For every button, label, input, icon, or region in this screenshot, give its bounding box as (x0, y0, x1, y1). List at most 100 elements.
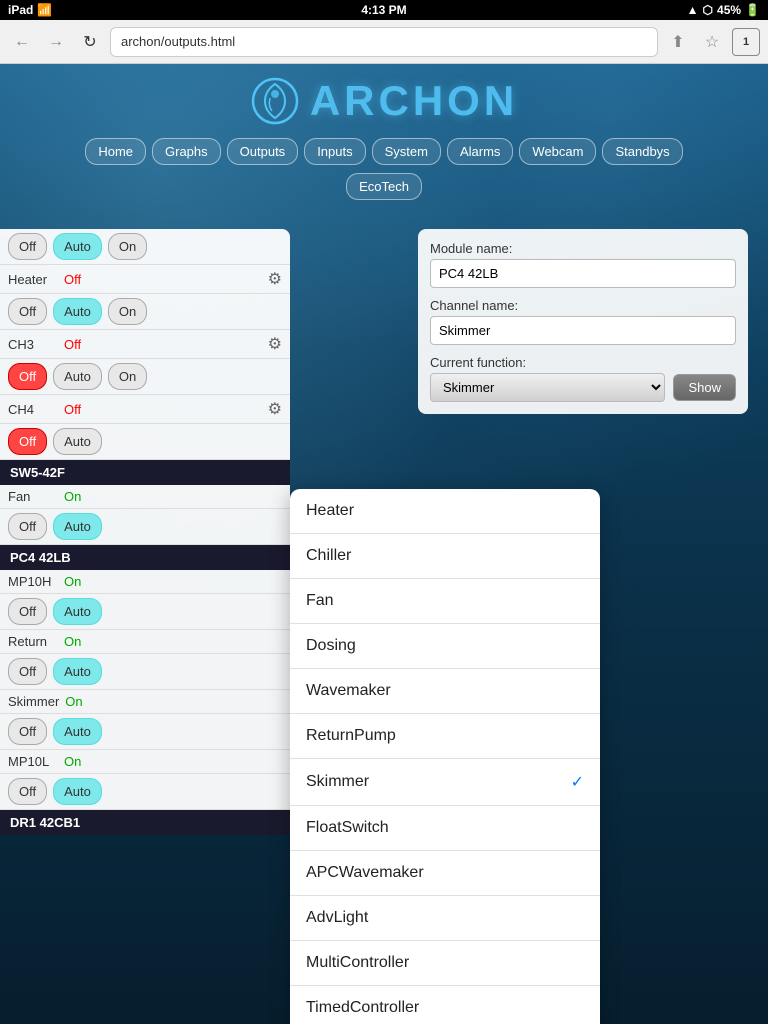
channel-row-mp10h: MP10H On (0, 570, 290, 594)
channel-status-ch3: Off (64, 337, 81, 352)
channel-row-fan: Fan On (0, 485, 290, 509)
channel-name-fan: Fan (8, 489, 58, 504)
channel-row-ch4: CH4 Off ⚙ (0, 395, 290, 424)
nav-ecotech[interactable]: EcoTech (346, 173, 422, 200)
section-sw5: SW5-42F (0, 460, 290, 485)
channel-row-skimmer: Skimmer On (0, 690, 290, 714)
ecotech-area: EcoTech (0, 169, 768, 208)
channel-name-ch4: CH4 (8, 402, 58, 417)
logo-area: ARCHON (0, 64, 768, 134)
module-input[interactable] (430, 259, 736, 288)
auto-btn-1[interactable]: Auto (53, 233, 102, 260)
off-btn-mp10h[interactable]: Off (8, 598, 47, 625)
dropdown-item-advlight[interactable]: AdvLight (290, 896, 600, 941)
dropdown-item-floatswitch[interactable]: FloatSwitch (290, 806, 600, 851)
gear-icon-heater[interactable]: ⚙ (268, 269, 282, 289)
gear-icon-ch4[interactable]: ⚙ (268, 399, 282, 419)
main-content: ARCHON Home Graphs Outputs Inputs System… (0, 64, 768, 1024)
nav-webcam[interactable]: Webcam (519, 138, 596, 165)
time-display: 4:13 PM (361, 3, 406, 17)
nav-standbys[interactable]: Standbys (602, 138, 682, 165)
dropdown-item-wavemaker[interactable]: Wavemaker (290, 669, 600, 714)
auto-btn-return[interactable]: Auto (53, 658, 102, 685)
nav-bar: Home Graphs Outputs Inputs System Alarms… (0, 134, 768, 169)
ctrl-row-skimmer: Off Auto (0, 714, 290, 750)
function-row: Skimmer Show (430, 373, 736, 402)
show-button[interactable]: Show (673, 374, 736, 401)
module-label: Module name: (430, 241, 736, 256)
dropdown-item-fan[interactable]: Fan (290, 579, 600, 624)
left-panel: Off Auto On Heater Off ⚙ Off Auto On CH3… (0, 229, 290, 835)
ctrl-row-return: Off Auto (0, 654, 290, 690)
channel-row-heater: Heater Off ⚙ (0, 265, 290, 294)
channel-name-heater: Heater (8, 272, 58, 287)
battery-icon: 🔋 (745, 3, 760, 17)
dropdown-item-heater[interactable]: Heater (290, 489, 600, 534)
ctrl-row-mp10h: Off Auto (0, 594, 290, 630)
nav-alarms[interactable]: Alarms (447, 138, 513, 165)
ctrl-row-mp10l: Off Auto (0, 774, 290, 810)
off-btn-fan[interactable]: Off (8, 513, 47, 540)
nav-inputs[interactable]: Inputs (304, 138, 365, 165)
reload-button[interactable]: ↻ (76, 28, 104, 56)
url-bar[interactable] (110, 27, 658, 57)
right-panel: Module name: Channel name: Current funct… (418, 229, 748, 414)
back-button[interactable]: ← (8, 28, 36, 56)
channel-name-skimmer: Skimmer (8, 694, 59, 709)
channel-status-fan: On (64, 489, 81, 504)
logo-icon (250, 76, 300, 126)
off-btn-1[interactable]: Off (8, 233, 47, 260)
tab-count[interactable]: 1 (732, 28, 760, 56)
nav-system[interactable]: System (372, 138, 441, 165)
channel-row-return: Return On (0, 630, 290, 654)
browser-chrome: ← → ↻ ⬆ ☆ 1 (0, 20, 768, 64)
ctrl-row-2: Off Auto On (0, 294, 290, 330)
ctrl-row-4: Off Auto (0, 424, 290, 460)
channel-row-mp10l: MP10L On (0, 750, 290, 774)
on-btn-1[interactable]: On (108, 233, 147, 260)
dropdown-item-chiller[interactable]: Chiller (290, 534, 600, 579)
dropdown-item-timedcontroller[interactable]: TimedController (290, 986, 600, 1024)
nav-home[interactable]: Home (85, 138, 146, 165)
auto-btn-mp10l[interactable]: Auto (53, 778, 102, 805)
auto-btn-fan[interactable]: Auto (53, 513, 102, 540)
bookmark-button[interactable]: ☆ (698, 28, 726, 56)
channel-name-ch3: CH3 (8, 337, 58, 352)
channel-name-mp10l: MP10L (8, 754, 58, 769)
channel-status-mp10h: On (64, 574, 81, 589)
off-btn-skimmer[interactable]: Off (8, 718, 47, 745)
ctrl-row-fan: Off Auto (0, 509, 290, 545)
function-label: Current function: (430, 355, 736, 370)
auto-btn-skimmer[interactable]: Auto (53, 718, 102, 745)
nav-outputs[interactable]: Outputs (227, 138, 299, 165)
dropdown-item-dosing[interactable]: Dosing (290, 624, 600, 669)
gear-icon-ch3[interactable]: ⚙ (268, 334, 282, 354)
dropdown-item-skimmer[interactable]: Skimmer ✓ (290, 759, 600, 806)
auto-btn-mp10h[interactable]: Auto (53, 598, 102, 625)
off-btn-mp10l[interactable]: Off (8, 778, 47, 805)
off-btn-return[interactable]: Off (8, 658, 47, 685)
channel-label: Channel name: (430, 298, 736, 313)
off-btn-2[interactable]: Off (8, 298, 47, 325)
off-btn-4[interactable]: Off (8, 428, 47, 455)
on-btn-3[interactable]: On (108, 363, 147, 390)
dropdown-item-apcwavemaker[interactable]: APCWavemaker (290, 851, 600, 896)
on-btn-2[interactable]: On (108, 298, 147, 325)
dropdown-overlay: Heater Chiller Fan Dosing Wavemaker Retu… (290, 489, 600, 1024)
auto-btn-2[interactable]: Auto (53, 298, 102, 325)
channel-row-ch3: CH3 Off ⚙ (0, 330, 290, 359)
channel-input[interactable] (430, 316, 736, 345)
off-btn-3[interactable]: Off (8, 363, 47, 390)
dropdown-item-multicontroller[interactable]: MultiController (290, 941, 600, 986)
channel-name-return: Return (8, 634, 58, 649)
auto-btn-3[interactable]: Auto (53, 363, 102, 390)
wifi-icon: 📶 (37, 3, 52, 17)
function-select[interactable]: Skimmer (430, 373, 665, 402)
nav-graphs[interactable]: Graphs (152, 138, 221, 165)
share-button[interactable]: ⬆ (664, 28, 692, 56)
dropdown-item-returnpump[interactable]: ReturnPump (290, 714, 600, 759)
channel-status-skimmer: On (65, 694, 82, 709)
auto-btn-4[interactable]: Auto (53, 428, 102, 455)
forward-button[interactable]: → (42, 28, 70, 56)
signal-icon: ▲ (687, 3, 699, 17)
